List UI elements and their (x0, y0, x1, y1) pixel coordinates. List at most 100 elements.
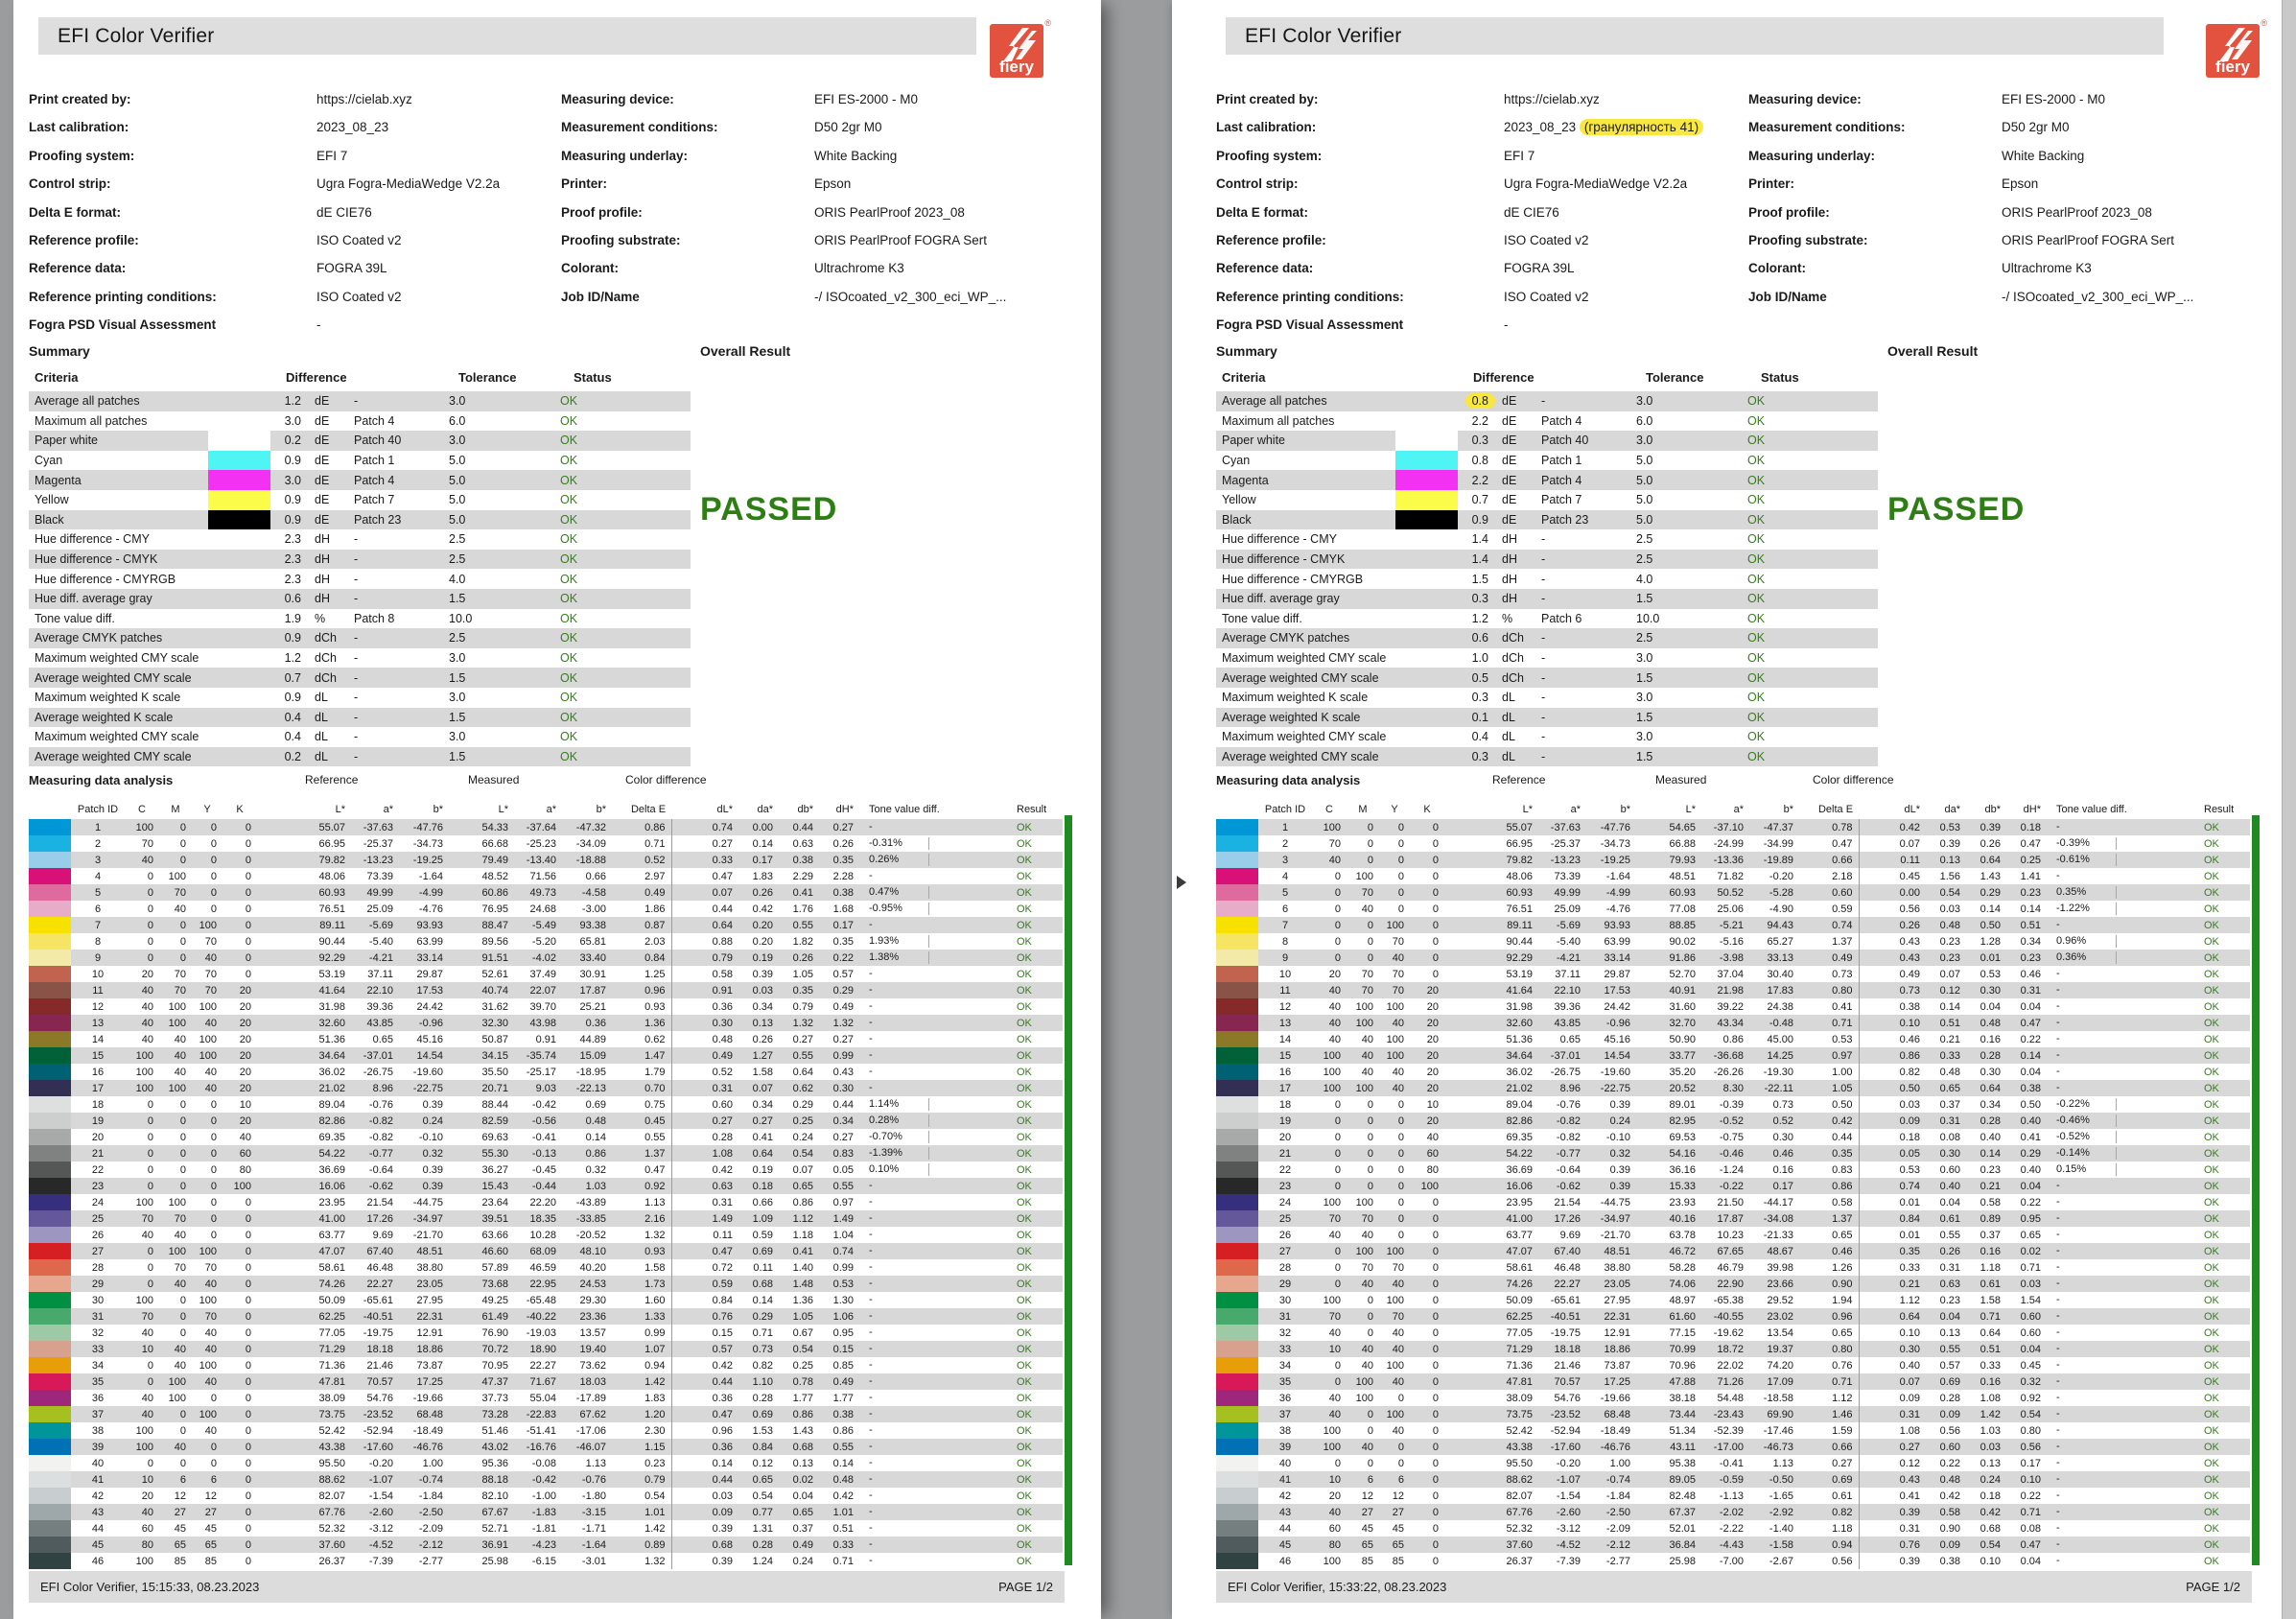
summary-unit: % (1502, 611, 1513, 625)
cell-result: OK (2204, 1180, 2219, 1192)
patch-swatch (1216, 950, 1258, 966)
cell-result: OK (1017, 968, 1032, 980)
spacer (257, 1341, 305, 1357)
summary-criteria: Cyan (1222, 454, 1251, 468)
spacer-divider (1858, 1080, 1882, 1096)
column-header (1859, 792, 1882, 819)
spacer (449, 1161, 468, 1178)
cell-tone-value: - (2047, 1194, 2150, 1210)
patch-swatch (29, 1227, 71, 1243)
svg-text:fiery: fiery (999, 58, 1034, 76)
table-row: 3 40 0 0 0 79.82 -13.23 -19.25 79.49 -13.40 -18.88… (29, 852, 1063, 868)
cell-dh: 0.71 (832, 1555, 854, 1567)
cell-dl: 0.42 (712, 1359, 733, 1372)
cell-m: 100 (168, 1392, 186, 1404)
cell-meas-l: 47.88 (1669, 1375, 1696, 1388)
cell-delta-e: 0.56 (1832, 1555, 1853, 1567)
cell-dh: 0.74 (832, 1245, 854, 1257)
cell-k: 0 (1432, 1310, 1439, 1323)
spacer (612, 819, 625, 835)
spacer-divider (1858, 1161, 1882, 1178)
cell-ref-l: 77.05 (1506, 1326, 1533, 1339)
cell-db: 0.65 (792, 1506, 813, 1518)
cell-meas-a: -0.39 (1719, 1098, 1744, 1111)
summary-patch: - (1541, 532, 1546, 547)
cell-y: 100 (1386, 1408, 1404, 1420)
summary-swatch (1395, 450, 1458, 471)
cell-db: 1.82 (792, 935, 813, 948)
cell-y: 12 (1392, 1490, 1404, 1502)
cell-tone-value: - (2047, 1178, 2150, 1194)
cell-da: 0.21 (1939, 1033, 1960, 1045)
cell-db: 0.37 (1980, 1229, 2001, 1241)
cell-m: 85 (1361, 1555, 1373, 1567)
cell-delta-e: 0.87 (644, 919, 666, 931)
cell-tone-value: - (859, 1276, 963, 1292)
cell-ref-b: -34.97 (1600, 1212, 1630, 1225)
cell-meas-a: -0.13 (531, 1147, 556, 1160)
cell-ref-b: 0.32 (1609, 1147, 1630, 1160)
summary-difference: 1.0 (1471, 651, 1488, 666)
cell-k: 100 (1420, 1180, 1439, 1192)
overall-result-value: PASSED (1887, 491, 2026, 528)
spacer (1444, 1406, 1492, 1422)
spacer-divider (670, 819, 694, 835)
spacer-divider (670, 1357, 694, 1373)
summary-patch: - (1541, 552, 1546, 567)
cell-db: 1.05 (792, 968, 813, 980)
cell-ref-l: 82.07 (1506, 1490, 1533, 1502)
patch-swatch (29, 1504, 71, 1520)
cell-ref-a: 39.36 (366, 1000, 393, 1013)
cell-meas-b: -1.71 (581, 1522, 606, 1535)
cell-da: 0.68 (752, 1278, 773, 1290)
meta-row: Reference printing conditions: ISO Coated… (1216, 290, 2271, 317)
cell-y: 0 (210, 1229, 217, 1241)
spacer (1444, 819, 1492, 835)
summary-unit: dH (315, 532, 330, 547)
summary-difference: 0.9 (1471, 512, 1488, 527)
table-row: 38 100 0 40 0 52.42 -52.94 -18.49 51.34 -52.39 -17… (1216, 1422, 2250, 1439)
cell-ref-b: -0.74 (418, 1473, 443, 1486)
column-header: Y (203, 804, 211, 815)
cell-result: OK (1017, 1424, 1032, 1437)
page-nav-arrow-icon[interactable] (1177, 876, 1186, 889)
cell-patch-id: 46 (1278, 1555, 1292, 1567)
cell-da: 0.14 (752, 1294, 773, 1306)
cell-dl: 0.43 (1899, 951, 1920, 964)
scrollbar[interactable] (2282, 0, 2296, 1619)
cell-ref-l: 62.25 (1506, 1310, 1533, 1323)
cell-y: 100 (199, 1245, 217, 1257)
spacer (1799, 1471, 1813, 1488)
cell-ref-a: 22.27 (1554, 1278, 1581, 1290)
cell-ref-l: 41.00 (1506, 1212, 1533, 1225)
summary-unit: dCh (315, 651, 337, 666)
cell-dh: 1.68 (832, 903, 854, 915)
cell-k: 0 (245, 1278, 251, 1290)
patch-swatch (29, 835, 71, 852)
summary-header-difference: Difference (286, 370, 347, 385)
spacer (449, 1178, 468, 1194)
cell-meas-b: -22.11 (1764, 1082, 1793, 1094)
summary-criteria: Average weighted CMY scale (35, 749, 192, 763)
cell-c: 0 (147, 1131, 153, 1143)
cell-da: 0.53 (1939, 821, 1960, 833)
cell-db: 1.76 (792, 903, 813, 915)
cell-db: 0.89 (1980, 1212, 2001, 1225)
summary-row: Average all patches 0.8 dE -3.0 OK (1216, 391, 1878, 411)
spacer (257, 1422, 305, 1439)
cell-patch-id: 3 (1281, 854, 1289, 866)
cell-delta-e: 1.42 (644, 1375, 666, 1388)
cell-result: OK (1017, 1522, 1032, 1535)
summary-row: Paper white 0.3 dE Patch 40 3.0 OK (1216, 431, 1878, 451)
summary-patch: - (354, 710, 359, 724)
cell-c: 40 (141, 1326, 153, 1339)
patch-swatch-cell (29, 1292, 71, 1308)
summary-patch: - (1541, 572, 1546, 586)
cell-meas-l: 49.25 (481, 1294, 508, 1306)
table-row: 28 0 70 70 0 58.61 46.48 38.80 57.89 46.59 40.20 1.… (29, 1259, 1063, 1276)
cell-k: 0 (1432, 821, 1439, 833)
cell-tone-value: - (2047, 1276, 2150, 1292)
tone-value: - (2056, 1424, 2060, 1436)
cell-db: 0.54 (792, 1343, 813, 1355)
cell-db: 1.48 (792, 1278, 813, 1290)
